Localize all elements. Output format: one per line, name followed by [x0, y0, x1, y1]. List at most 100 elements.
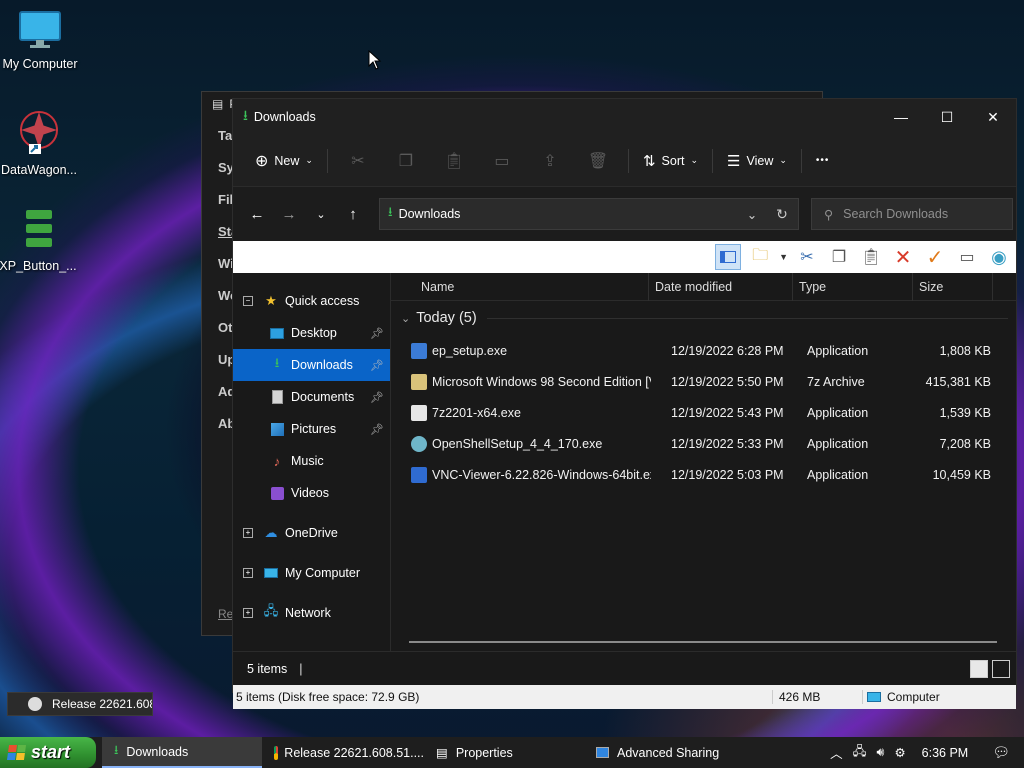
file-row[interactable]: ep_setup.exe 12/19/2022 6:28 PM Applicat… [391, 335, 1016, 366]
more-icon: ••• [815, 155, 830, 166]
document-icon [269, 389, 285, 405]
shell-logo-icon[interactable]: ◉ [986, 244, 1012, 270]
file-row[interactable]: 7z2201-x64.exe 12/19/2022 5:43 PM Applic… [391, 397, 1016, 428]
checkmark-icon[interactable]: ✓ [922, 244, 948, 270]
share-icon[interactable]: ⇪ [526, 151, 574, 171]
close-button[interactable]: ✕ [970, 99, 1016, 135]
refresh-icon[interactable]: ↻ [766, 206, 798, 223]
view-button[interactable]: ☰ View ⌄ [719, 145, 795, 177]
rename-icon[interactable]: ▭ [478, 151, 526, 171]
maximize-button[interactable]: ☐ [924, 99, 970, 135]
file-row[interactable]: VNC-Viewer-6.22.826-Windows-64bit.exe 12… [391, 459, 1016, 490]
cut-icon[interactable]: ✂ [794, 244, 820, 270]
properties-icon[interactable]: ▭ [954, 244, 980, 270]
forward-arrow-icon[interactable]: → [273, 206, 305, 223]
back-arrow-icon[interactable]: ← [241, 206, 273, 223]
download-arrow-icon: ⭳ [274, 355, 280, 370]
start-button[interactable]: start [0, 737, 96, 768]
expand-icon[interactable]: + [243, 528, 253, 538]
collapse-icon[interactable]: − [243, 296, 253, 306]
group-header[interactable]: ⌄ Today (5) [391, 301, 1016, 335]
exe-file-icon [411, 342, 427, 359]
taskbar-preview[interactable]: Release 22621.608.51... [7, 692, 153, 716]
document-icon: ▤ [436, 746, 448, 760]
explorer-window[interactable]: ⭳ Downloads — ☐ ✕ ⊕ New ⌄ ✂ ❐ 📋︎ ▭ ⇪ 🗑︎ … [232, 98, 1017, 709]
up-arrow-icon[interactable]: ↑ [337, 206, 369, 223]
notification-icon[interactable]: 💬︎ [992, 744, 1010, 761]
network-icon[interactable]: 🖧︎ [853, 742, 867, 763]
explorer-title-bar[interactable]: ⭳ Downloads — ☐ ✕ [233, 99, 1016, 135]
chevron-up-icon[interactable]: ︿ [830, 743, 843, 762]
mouse-cursor-icon [368, 50, 382, 70]
taskbar-item-advanced-sharing[interactable]: Advanced Sharing [584, 737, 744, 768]
taskbar: start ⭳ Downloads Release 22621.608.51..… [0, 737, 1024, 768]
selection-size: 426 MB [773, 690, 863, 704]
nav-my-computer[interactable]: + My Computer [233, 557, 390, 589]
file-date: 12/19/2022 5:03 PM [671, 467, 784, 482]
recent-locations-chevron-icon[interactable]: ⌄ [305, 208, 337, 221]
desktop-icon-datawagon[interactable]: DataWagon... [0, 108, 81, 177]
expand-icon[interactable]: + [243, 608, 253, 618]
column-header-size[interactable]: Size [913, 272, 993, 301]
copy-icon[interactable]: ❐ [826, 244, 852, 270]
address-field[interactable]: ⭳ Downloads ⌄ ↻ [379, 198, 799, 230]
folder-check-icon[interactable]: 🗀︎ [747, 244, 773, 270]
file-name: OpenShellSetup_4_4_170.exe [432, 436, 603, 451]
column-header-type[interactable]: Type [793, 272, 913, 301]
chevron-down-icon[interactable]: ⌄ [738, 207, 766, 222]
nav-network[interactable]: + 🖧︎ Network [233, 597, 390, 629]
search-placeholder: Search Downloads [843, 207, 949, 221]
large-icons-view-icon[interactable] [992, 659, 1010, 678]
monitor-icon [263, 565, 279, 581]
chevron-down-icon: ⌄ [690, 155, 699, 165]
nav-label: Network [285, 606, 331, 620]
search-input[interactable]: ⚲ Search Downloads [811, 198, 1013, 230]
sevenzip-file-icon [411, 404, 427, 421]
nav-item-music[interactable]: ♪ Music [233, 445, 390, 477]
file-type: Application [807, 436, 869, 451]
copy-icon[interactable]: ❐ [382, 151, 430, 171]
nav-item-pictures[interactable]: Pictures 📌︎ [233, 413, 390, 445]
nav-item-desktop[interactable]: Desktop 📌︎ [233, 317, 390, 349]
chrome-icon [274, 745, 279, 760]
group-label: Today (5) [416, 310, 477, 326]
nav-item-documents[interactable]: Documents 📌︎ [233, 381, 390, 413]
nav-onedrive[interactable]: + ☁ OneDrive [233, 517, 390, 549]
more-options-button[interactable]: ••• [808, 145, 838, 177]
horizontal-scrollbar[interactable] [409, 641, 997, 643]
file-name: VNC-Viewer-6.22.826-Windows-64bit.exe [432, 467, 651, 482]
cut-icon[interactable]: ✂ [334, 151, 382, 171]
taskbar-item-properties[interactable]: ▤ Properties [424, 737, 584, 768]
paste-icon[interactable]: 📋︎ [430, 151, 478, 171]
vnc-file-icon [411, 466, 427, 483]
sort-button[interactable]: ⇅ Sort ⌄ [635, 145, 706, 177]
new-button[interactable]: ⊕ New ⌄ [247, 145, 321, 177]
taskbar-item-release[interactable]: Release 22621.608.51.... [262, 737, 424, 768]
disk-space-status: 5 items (Disk free space: 72.9 GB) [233, 690, 773, 704]
nav-quick-access[interactable]: − ★ Quick access [233, 285, 390, 317]
expand-icon[interactable]: + [243, 568, 253, 578]
delete-icon[interactable]: 🗑︎ [574, 151, 622, 171]
chevron-down-icon[interactable]: ▼ [779, 252, 788, 262]
taskbar-item-downloads[interactable]: ⭳ Downloads [102, 737, 262, 768]
nav-item-downloads[interactable]: ⭳ Downloads 📌︎ [233, 349, 390, 381]
gear-icon[interactable]: ⚙ [894, 745, 905, 760]
column-header-date[interactable]: Date modified [649, 272, 793, 301]
file-name: Microsoft Windows 98 Second Edition [V..… [432, 374, 651, 389]
nav-item-videos[interactable]: Videos [233, 477, 390, 509]
pin-icon: 📌︎ [370, 423, 384, 436]
clock[interactable]: 6:36 PM [922, 746, 969, 760]
delete-x-icon[interactable]: ✕ [890, 244, 916, 270]
download-arrow-icon: ⭳ [388, 204, 393, 219]
paste-icon[interactable]: 📋︎ [858, 244, 884, 270]
navigation-pane-icon[interactable] [715, 244, 742, 270]
column-header-name[interactable]: Name [391, 272, 649, 301]
details-view-icon[interactable] [970, 659, 988, 678]
desktop-icon-xp-button[interactable]: XP_Button_... [0, 208, 80, 273]
file-row[interactable]: Microsoft Windows 98 Second Edition [V..… [391, 366, 1016, 397]
desktop-icon-my-computer[interactable]: My Computer [0, 10, 82, 71]
minimize-button[interactable]: — [878, 99, 924, 135]
file-row[interactable]: OpenShellSetup_4_4_170.exe 12/19/2022 5:… [391, 428, 1016, 459]
task-label: Advanced Sharing [617, 745, 720, 760]
volume-icon[interactable]: 🔊︎ [877, 745, 885, 760]
